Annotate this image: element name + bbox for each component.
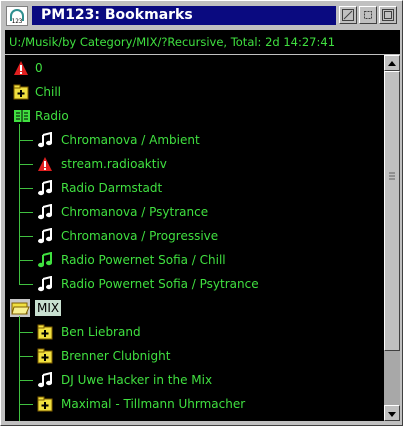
tree-connector-line — [19, 316, 20, 404]
tree-connector-line — [19, 332, 33, 333]
music-note-icon — [37, 371, 53, 388]
bookmarks-window: 123 PM123: Bookmarks U:/Musik/by Categor… — [0, 0, 403, 426]
tree-item[interactable]: Brenner Clubnight — [5, 344, 384, 368]
tree-item[interactable]: 0 — [5, 56, 384, 80]
tree-connector-line — [19, 124, 20, 284]
tree-connector-line — [19, 212, 33, 213]
tree-item[interactable]: Maximal - Tillmann Uhrmacher — [5, 392, 384, 416]
tree-item-label: Chromanova / Psytrance — [61, 205, 209, 219]
maximize-icon — [382, 9, 394, 21]
tree-item-label: stream.radioaktiv — [61, 157, 167, 171]
folder-plus-icon — [37, 324, 53, 340]
music-note-green-icon — [37, 251, 53, 268]
tree-item[interactable]: Radio — [5, 104, 384, 128]
restore-button[interactable] — [359, 6, 377, 24]
tree-item[interactable]: Radio Powernet Sofia / Chill — [5, 248, 384, 272]
open-book-icon — [13, 108, 30, 124]
maximize-button[interactable] — [379, 6, 397, 24]
music-note-icon — [37, 275, 53, 292]
tree-connector-line — [19, 164, 33, 165]
tree-item-label: Radio — [35, 109, 69, 123]
tree-item-label: Brenner Clubnight — [61, 349, 171, 363]
tree-item[interactable]: Chromanova / Progressive — [5, 224, 384, 248]
tree-connector-line — [19, 140, 33, 141]
tree-connector-line — [19, 260, 33, 261]
open-folder-icon — [9, 298, 31, 318]
arrow-down-icon — [388, 412, 396, 417]
minimize-icon — [342, 9, 354, 21]
tree-connector-line — [19, 356, 33, 357]
tree-item-label: Chromanova / Progressive — [61, 229, 219, 243]
tree-item-label: Ben Liebrand — [61, 325, 141, 339]
music-note-icon — [37, 203, 53, 220]
bookmark-tree[interactable]: 0 Chill Radio Chromanova / Ambient stream.ra… — [5, 55, 384, 421]
tree-item[interactable]: DJ Uwe Hacker in the Mix — [5, 368, 384, 392]
scroll-down-button[interactable] — [384, 405, 400, 421]
title-bar[interactable]: 123 PM123: Bookmarks — [3, 3, 400, 27]
music-note-icon — [37, 131, 53, 148]
tree-item-label: Radio Powernet Sofia / Psytrance — [61, 277, 259, 291]
tree-item-label: 0 — [35, 61, 43, 75]
minimize-button[interactable] — [339, 6, 357, 24]
vertical-scrollbar[interactable] — [384, 55, 400, 421]
app-icon-label: 123 — [11, 18, 23, 25]
folder-plus-icon — [37, 396, 53, 412]
restore-icon — [364, 11, 372, 19]
tree-item-label: Radio Powernet Sofia / Chill — [61, 253, 226, 267]
arrow-up-icon — [388, 61, 396, 66]
tree-connector-line — [19, 284, 33, 285]
tree-item[interactable]: MIX — [5, 296, 384, 320]
folder-plus-icon — [37, 348, 53, 364]
scroll-up-button[interactable] — [384, 55, 400, 71]
tree-connector-line — [19, 404, 33, 405]
tree-item[interactable]: Chromanova / Ambient — [5, 128, 384, 152]
tree-item[interactable]: Chromanova / Psytrance — [5, 200, 384, 224]
tree-item-label: Radio Darmstadt — [61, 181, 163, 195]
tree-item[interactable]: Chill — [5, 80, 384, 104]
app-icon[interactable]: 123 — [6, 6, 28, 26]
tree-item[interactable]: Radio Darmstadt — [5, 176, 384, 200]
warning-icon — [13, 60, 29, 76]
music-note-icon — [37, 179, 53, 196]
folder-plus-icon — [13, 84, 29, 100]
tree-connector-line — [19, 188, 33, 189]
scroll-thumb[interactable] — [384, 71, 400, 351]
music-note-icon — [37, 227, 53, 244]
tree-item-label: Chill — [35, 85, 61, 99]
warning-icon — [37, 156, 53, 172]
path-status-bar: U:/Musik/by Category/MIX/?Recursive, Tot… — [5, 30, 400, 54]
tree-item-label: MIX — [35, 300, 62, 316]
tree-connector-line — [19, 380, 33, 381]
tree-connector-line — [19, 236, 33, 237]
tree-item[interactable]: Ben Liebrand — [5, 320, 384, 344]
tree-item[interactable]: Radio Powernet Sofia / Psytrance — [5, 272, 384, 296]
tree-item-label: Maximal - Tillmann Uhrmacher — [61, 397, 246, 411]
tree-item-label: DJ Uwe Hacker in the Mix — [61, 373, 213, 387]
tree-connector-line — [19, 404, 20, 421]
grip-icon — [389, 172, 395, 180]
tree-item[interactable]: stream.radioaktiv — [5, 152, 384, 176]
tree-item-label: Chromanova / Ambient — [61, 133, 200, 147]
window-title: PM123: Bookmarks — [32, 6, 336, 25]
